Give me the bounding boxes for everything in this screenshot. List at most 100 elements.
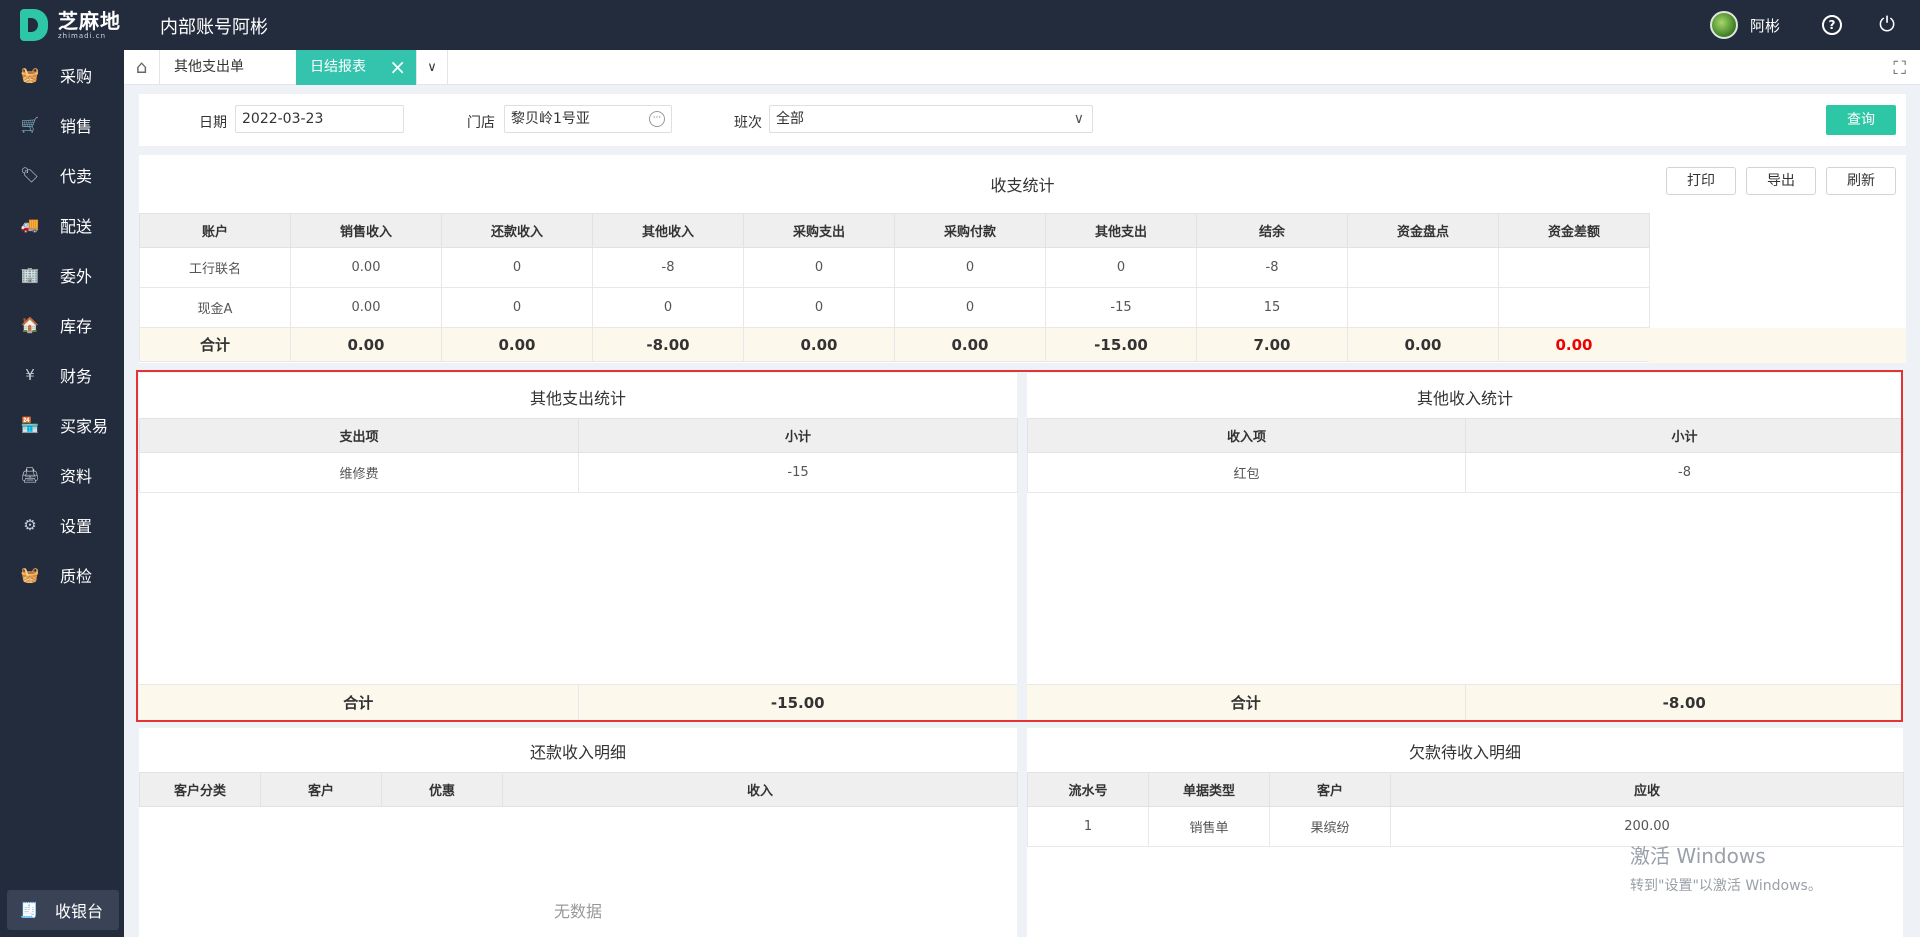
- tag-icon: 🏷: [20, 166, 40, 184]
- print-button[interactable]: 打印: [1666, 167, 1736, 195]
- column-header: 资金差额: [1498, 213, 1650, 248]
- table-cell: -15: [1045, 287, 1197, 328]
- column-header: 客户: [1269, 772, 1391, 807]
- column-header: 销售收入: [290, 213, 442, 248]
- date-input[interactable]: 2022-03-23: [235, 105, 404, 133]
- sidebar-item-settings[interactable]: ⚙ 设置: [0, 500, 124, 550]
- basket-icon: 🧺: [20, 566, 40, 584]
- column-header: 账户: [139, 213, 291, 248]
- summary-table: 账户 销售收入 还款收入 其他收入 采购支出 采购付款 其他支出 结余 资金盘点…: [139, 213, 1650, 362]
- column-header: 采购支出: [743, 213, 895, 248]
- logo-name: 芝麻地: [58, 8, 121, 33]
- summary-header-row: 账户 销售收入 还款收入 其他收入 采购支出 采购付款 其他支出 结余 资金盘点…: [139, 213, 1650, 248]
- sidebar-item-consignment[interactable]: 🏷 代卖: [0, 150, 124, 200]
- summary-panel: 收支统计 打印 导出 刷新 账户 销售收入 还款收入 其他收入 采购支出 采购付…: [139, 155, 1906, 363]
- more-icon[interactable]: ···: [649, 111, 665, 127]
- table-cell: 0: [894, 247, 1046, 288]
- chevron-down-icon: ∨: [1073, 111, 1084, 127]
- total-cell: -8.00: [592, 327, 744, 362]
- total-cell-difference: 0.00: [1498, 327, 1650, 362]
- store-label: 门店: [467, 115, 495, 131]
- sidebar-item-sales[interactable]: 🛒 销售: [0, 100, 124, 150]
- table-cell: 0: [441, 247, 593, 288]
- close-icon[interactable]: ×: [389, 50, 406, 85]
- truck-icon: 🚚: [20, 216, 40, 234]
- top-bar: 芝麻地 zhimadi.cn 内部账号阿彬 阿彬 ? ⏻: [0, 0, 1920, 50]
- table-cell: [1347, 247, 1499, 288]
- total-cell: 7.00: [1196, 327, 1348, 362]
- receivable-panel: 欠款待收入明细 流水号 单据类型 客户 应收 1 销售单 果缤纷 200.00: [1027, 728, 1904, 937]
- column-header: 流水号: [1027, 772, 1149, 807]
- repayment-title: 还款收入明细: [529, 743, 626, 762]
- sidebar-item-purchase[interactable]: 🧺 采购: [0, 50, 124, 100]
- column-header: 其他支出: [1045, 213, 1197, 248]
- fullscreen-icon[interactable]: ⛶: [1893, 58, 1906, 79]
- chevron-down-icon[interactable]: ∨: [416, 50, 448, 85]
- sidebar: 🧺 采购 🛒 销售 🏷 代卖 🚚 配送 🏢 委外 🏠 库存 ¥ 财务 🏪 买家易 🖨 资料 ⚙ 设置…: [0, 50, 124, 937]
- table-row[interactable]: 工行联名 0.00 0 -8 0 0 0 -8: [139, 247, 1650, 288]
- sidebar-item-outsource[interactable]: 🏢 委外: [0, 250, 124, 300]
- user-menu[interactable]: 阿彬: [1709, 11, 1780, 39]
- total-cell: 0.00: [894, 327, 1046, 362]
- refresh-button[interactable]: 刷新: [1826, 167, 1896, 195]
- filter-bar: 日期 2022-03-23 门店 黎贝岭1号亚 ··· 班次 全部 ∨ 查询: [139, 94, 1906, 146]
- summary-title: 收支统计: [990, 176, 1055, 195]
- sidebar-item-inventory[interactable]: 🏠 库存: [0, 300, 124, 350]
- store-input[interactable]: 黎贝岭1号亚 ···: [504, 105, 672, 133]
- cashier-icon: 🧾: [19, 901, 39, 919]
- tab-daily-report[interactable]: 日结报表 ×: [296, 50, 416, 85]
- column-header: 客户分类: [139, 772, 261, 807]
- app-title: 内部账号阿彬: [160, 17, 268, 38]
- table-cell: -8: [592, 247, 744, 288]
- user-name[interactable]: 阿彬: [1750, 15, 1780, 36]
- table-cell: 0.00: [290, 247, 442, 288]
- column-header: 单据类型: [1148, 772, 1270, 807]
- column-header: 应收: [1390, 772, 1904, 807]
- column-header: 还款收入: [441, 213, 593, 248]
- receivable-title: 欠款待收入明细: [1408, 743, 1521, 762]
- export-button[interactable]: 导出: [1746, 167, 1816, 195]
- total-cell: -15.00: [1045, 327, 1197, 362]
- logo-mark-icon: [20, 9, 48, 41]
- table-cell: [1498, 247, 1650, 288]
- yen-icon: ¥: [25, 366, 35, 384]
- table-row[interactable]: 现金A 0.00 0 0 0 0 -15 15: [139, 287, 1650, 328]
- table-cell: 0: [743, 287, 895, 328]
- tab-other-expense[interactable]: 其他支出单: [160, 50, 300, 85]
- sidebar-item-finance[interactable]: ¥ 财务: [0, 350, 124, 400]
- query-button[interactable]: 查询: [1826, 105, 1896, 135]
- sidebar-item-qc[interactable]: 🧺 质检: [0, 550, 124, 600]
- column-header: 资金盘点: [1347, 213, 1499, 248]
- table-cell: 工行联名: [139, 247, 291, 288]
- power-icon[interactable]: ⏻: [1876, 13, 1898, 35]
- avatar[interactable]: [1709, 11, 1738, 39]
- sidebar-item-delivery[interactable]: 🚚 配送: [0, 200, 124, 250]
- selection-highlight: [136, 370, 1903, 722]
- watermark-line2: 转到"设置"以激活 Windows。: [1630, 878, 1822, 894]
- empty-state: 无数据: [553, 902, 602, 921]
- column-header: 优惠: [381, 772, 503, 807]
- total-cell: 0.00: [290, 327, 442, 362]
- date-label: 日期: [199, 115, 227, 131]
- home-icon[interactable]: ⌂: [124, 50, 160, 85]
- table-cell: [1498, 287, 1650, 328]
- total-row: 合计 0.00 0.00 -8.00 0.00 0.00 -15.00 7.00…: [139, 327, 1650, 362]
- help-icon[interactable]: ?: [1822, 15, 1842, 35]
- total-cell: 0.00: [441, 327, 593, 362]
- gear-icon: ⚙: [23, 516, 37, 534]
- table-cell: 0: [743, 247, 895, 288]
- shift-select[interactable]: 全部 ∨: [769, 105, 1093, 133]
- column-header: 客户: [260, 772, 382, 807]
- activation-watermark: 激活 Windows 转到"设置"以激活 Windows。: [1630, 840, 1822, 895]
- cashier-button[interactable]: 🧾 收银台: [7, 890, 119, 930]
- basket-icon: 🧺: [20, 66, 40, 84]
- sidebar-item-data[interactable]: 🖨 资料: [0, 450, 124, 500]
- sidebar-item-buyer[interactable]: 🏪 买家易: [0, 400, 124, 450]
- total-cell: 合计: [139, 327, 291, 362]
- total-row-filler: [1649, 328, 1906, 363]
- logo[interactable]: 芝麻地 zhimadi.cn: [20, 9, 121, 41]
- store-icon: 🏪: [20, 416, 40, 434]
- warehouse-icon: 🏠: [20, 316, 40, 334]
- cart-icon: 🛒: [20, 116, 40, 134]
- shift-label: 班次: [734, 115, 762, 131]
